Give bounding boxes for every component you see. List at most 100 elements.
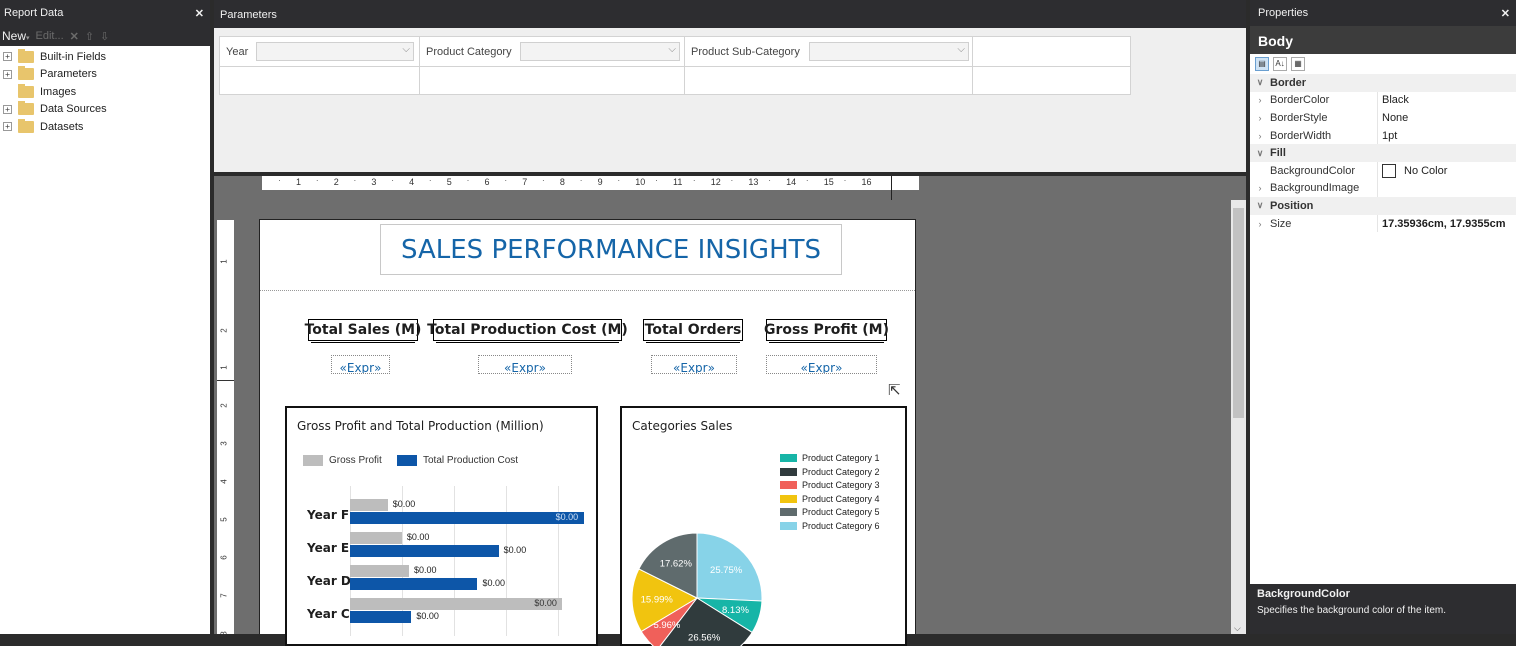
- ruler-tick-label: 2: [219, 328, 229, 333]
- parameter-empty-cell: [220, 66, 420, 95]
- product-category-dropdown[interactable]: ⌵: [520, 42, 680, 61]
- bar[interactable]: [350, 611, 412, 623]
- kpi-label-total-production-cost[interactable]: Total Production Cost (M): [427, 319, 628, 343]
- ruler-minor-tick: ·: [315, 175, 319, 185]
- legend-label: Total Production Cost: [423, 455, 519, 466]
- legend-swatch: [397, 455, 417, 466]
- gridline: [558, 486, 559, 636]
- legend-label: Product Category 5: [802, 507, 880, 518]
- property-value: No Color: [1404, 164, 1448, 177]
- kpi-label-total-sales[interactable]: Total Sales (M): [305, 319, 421, 343]
- expand-icon[interactable]: ›: [1250, 95, 1270, 105]
- kpi-value-total-orders[interactable]: «Expr»: [651, 355, 737, 374]
- bar[interactable]: [350, 598, 563, 610]
- ruler-minor-tick: ·: [692, 175, 696, 185]
- move-down-icon[interactable]: ⇩: [100, 30, 109, 43]
- collapse-icon[interactable]: ∨: [1250, 77, 1270, 88]
- bar[interactable]: [350, 532, 402, 544]
- property-category[interactable]: ∨ Fill: [1250, 144, 1516, 162]
- tree-item[interactable]: + Data Sources: [0, 101, 210, 119]
- kpi-value-total-production-cost[interactable]: «Expr»: [478, 355, 572, 374]
- scrollbar-thumb[interactable]: [1233, 208, 1244, 418]
- property-value-field[interactable]: [1377, 179, 1516, 198]
- edit-button[interactable]: Edit...: [36, 30, 64, 42]
- report-title[interactable]: SALES PERFORMANCE INSIGHTS: [380, 224, 842, 275]
- color-swatch[interactable]: [1382, 163, 1396, 178]
- ruler-minor-tick: ·: [843, 175, 847, 185]
- property-value-field[interactable]: 17.35936cm, 17.9355cm: [1377, 214, 1516, 233]
- property-pages-icon[interactable]: ▦: [1291, 57, 1305, 71]
- ruler-minor-tick: ·: [466, 175, 470, 185]
- expand-icon[interactable]: ›: [1250, 219, 1270, 229]
- property-category[interactable]: ∨ Border: [1250, 74, 1516, 92]
- ruler-tick-label: 4: [219, 479, 229, 484]
- property-value-field[interactable]: No Color: [1377, 161, 1516, 180]
- ruler-tick-label: 16: [861, 177, 872, 187]
- property-row[interactable]: › BackgroundImage: [1250, 179, 1516, 198]
- new-button[interactable]: New▾: [2, 29, 30, 43]
- parameter-label: Year: [226, 45, 249, 58]
- collapse-icon[interactable]: ∨: [1250, 200, 1270, 211]
- kpi-value-gross-profit[interactable]: «Expr»: [766, 355, 877, 374]
- parameters-header: Parameters: [214, 0, 1246, 28]
- kpi-label-total-orders[interactable]: Total Orders: [643, 319, 743, 343]
- property-row[interactable]: BackgroundColor No Color: [1250, 161, 1516, 180]
- ruler-tick-label: 5: [219, 517, 229, 522]
- alphabetical-icon[interactable]: A↓: [1273, 57, 1287, 71]
- scroll-down-icon[interactable]: ⌵: [1234, 623, 1241, 634]
- property-row[interactable]: › BorderWidth 1pt: [1250, 126, 1516, 145]
- expand-icon[interactable]: +: [3, 52, 12, 62]
- ruler-tick-label: 9: [597, 177, 603, 187]
- properties-header: Properties ✕: [1250, 0, 1516, 26]
- property-row[interactable]: › Size 17.35936cm, 17.9355cm: [1250, 214, 1516, 233]
- product-sub-category-dropdown[interactable]: ⌵: [809, 42, 969, 61]
- close-icon[interactable]: ✕: [1501, 7, 1510, 20]
- tree-item-label: Parameters: [40, 68, 97, 81]
- tree-item-label: Datasets: [40, 120, 84, 133]
- bar[interactable]: [350, 578, 478, 590]
- folder-icon: [18, 118, 34, 133]
- property-row[interactable]: › BorderColor Black: [1250, 91, 1516, 110]
- year-dropdown[interactable]: ⌵: [256, 42, 414, 61]
- chevron-down-icon: ⌵: [668, 44, 676, 55]
- kpi-value-total-sales[interactable]: «Expr»: [331, 355, 390, 374]
- pie-chart[interactable]: Categories Sales 25.75% 8.13% 26.56% 5.96% 1…: [620, 406, 907, 646]
- categorized-icon[interactable]: ▤: [1255, 57, 1269, 71]
- property-value: 1pt: [1382, 129, 1398, 142]
- bar[interactable]: [350, 512, 584, 524]
- bar[interactable]: [350, 565, 409, 577]
- delete-icon[interactable]: ✕: [70, 30, 79, 43]
- expand-icon[interactable]: +: [3, 104, 12, 114]
- close-icon[interactable]: ✕: [195, 7, 204, 20]
- kpi-label-gross-profit[interactable]: Gross Profit (M): [764, 319, 889, 343]
- property-name: Size: [1270, 217, 1292, 230]
- tree-item[interactable]: + Parameters: [0, 66, 210, 84]
- report-body[interactable]: SALES PERFORMANCE INSIGHTS Total Sales (…: [259, 219, 916, 646]
- property-value-field[interactable]: None: [1377, 109, 1516, 127]
- legend-swatch: [780, 508, 797, 517]
- ruler-tick-label: 8: [559, 177, 565, 187]
- parameter-label: Product Category: [426, 45, 512, 58]
- expand-icon[interactable]: +: [3, 122, 12, 132]
- tree-item[interactable]: + Datasets: [0, 118, 210, 136]
- expand-icon[interactable]: ›: [1250, 113, 1270, 123]
- property-value-field[interactable]: 1pt: [1377, 126, 1516, 145]
- bar-chart[interactable]: Gross Profit and Total Production (Milli…: [285, 406, 598, 646]
- vertical-scrollbar[interactable]: ⌵: [1231, 200, 1246, 634]
- collapse-icon[interactable]: ∨: [1250, 148, 1270, 159]
- ruler-tick-label: 6: [219, 555, 229, 560]
- expand-icon[interactable]: +: [3, 69, 12, 79]
- property-name: Fill: [1270, 147, 1286, 160]
- grid-divider: [973, 66, 1130, 67]
- expand-icon[interactable]: ›: [1250, 131, 1270, 141]
- move-up-icon[interactable]: ⇧: [85, 30, 94, 43]
- bar[interactable]: [350, 545, 499, 557]
- bar[interactable]: [350, 499, 388, 511]
- property-value-field[interactable]: Black: [1377, 91, 1516, 110]
- tree-item[interactable]: + Built-in Fields: [0, 48, 210, 66]
- expand-icon[interactable]: ›: [1250, 183, 1270, 193]
- property-row[interactable]: › BorderStyle None: [1250, 109, 1516, 127]
- ruler-tick-label: 14: [786, 177, 797, 187]
- property-category[interactable]: ∨ Position: [1250, 197, 1516, 215]
- tree-item[interactable]: Images: [0, 83, 210, 101]
